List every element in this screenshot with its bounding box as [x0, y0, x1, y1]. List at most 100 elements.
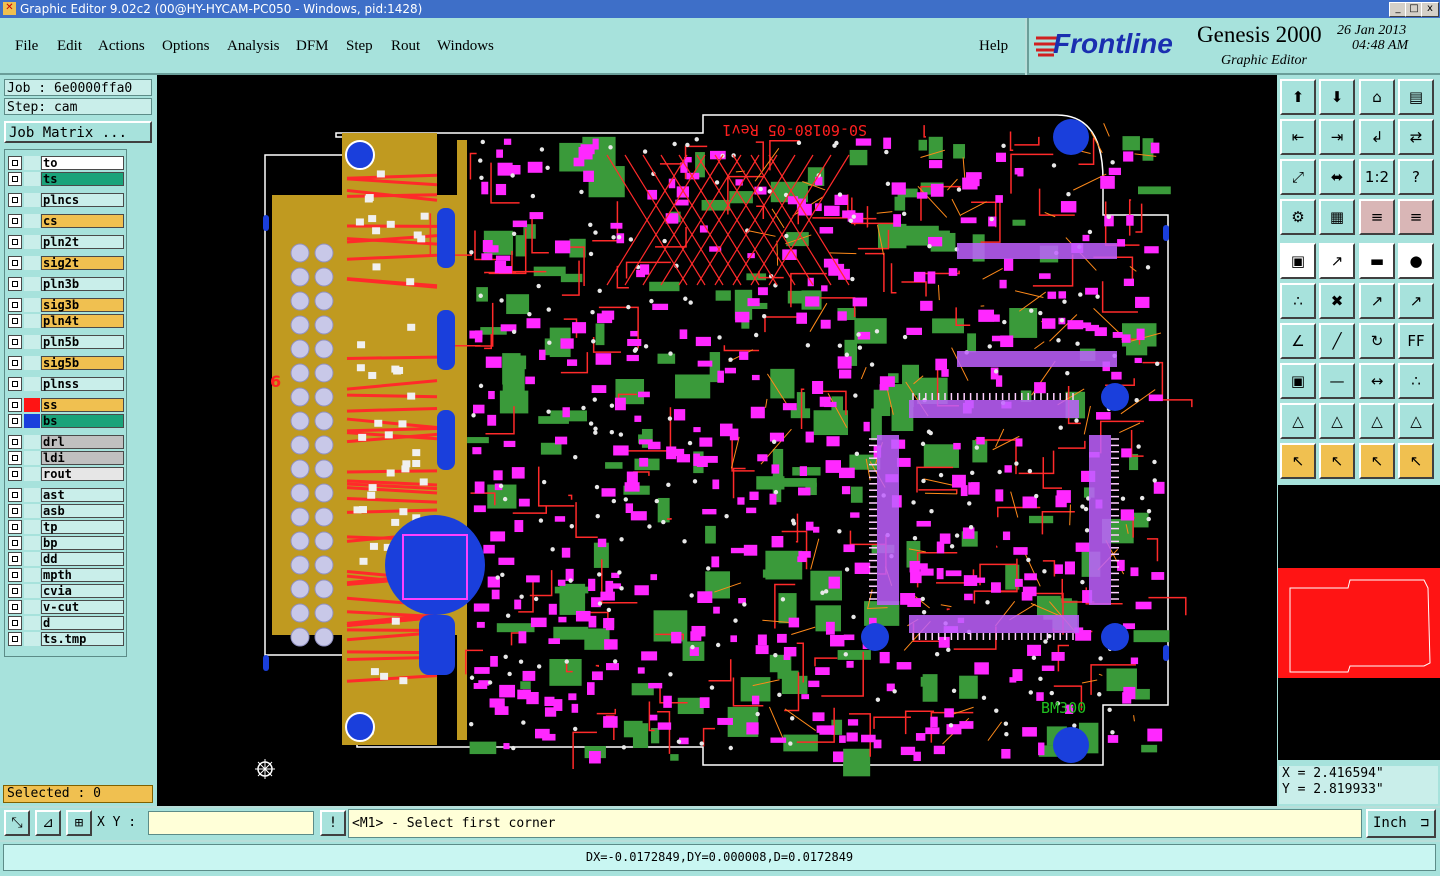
layer-row-ts.tmp[interactable]: ts.tmp [8, 632, 124, 646]
layer-checkbox[interactable] [8, 616, 22, 630]
layer-checkbox[interactable] [8, 256, 22, 270]
split-icon[interactable]: — [1319, 363, 1355, 399]
layer-row-ts[interactable]: ts [8, 172, 124, 186]
pan-right-icon[interactable]: ⇥ [1319, 119, 1355, 155]
layer-name[interactable]: ss [41, 398, 124, 412]
layer-color-indicator[interactable] [24, 214, 40, 228]
menu-file[interactable]: File [15, 38, 38, 55]
menu-analysis[interactable]: Analysis [227, 38, 280, 55]
grid-snap-icon[interactable]: ⊞ [66, 810, 92, 836]
layer-row-ss[interactable]: ss [8, 398, 124, 412]
dot-icon[interactable]: ● [1398, 243, 1434, 279]
zoom-fit-icon[interactable]: ⬇ [1319, 79, 1355, 115]
zoom-home-icon[interactable]: ⬆ [1280, 79, 1316, 115]
layer-name[interactable]: sig2t [41, 256, 124, 270]
layer-name[interactable]: plncs [41, 193, 124, 207]
measure-icon[interactable]: ↗ [1359, 283, 1395, 319]
arc-icon[interactable]: ↻ [1359, 323, 1395, 359]
camera-icon[interactable]: ▣ [1280, 243, 1316, 279]
layer-checkbox[interactable] [8, 277, 22, 291]
layer-color-indicator[interactable] [24, 568, 40, 582]
layer-name[interactable]: asb [41, 504, 124, 518]
layer-name[interactable]: d [41, 616, 124, 630]
layer-row-pln2t[interactable]: pln2t [8, 235, 124, 249]
layer-row-pln3b[interactable]: pln3b [8, 277, 124, 291]
layer-color-indicator[interactable] [24, 298, 40, 312]
page-icon[interactable]: ▤ [1398, 79, 1434, 115]
layer-color-indicator[interactable] [24, 616, 40, 630]
layer-checkbox[interactable] [8, 520, 22, 534]
layer-name[interactable]: pln2t [41, 235, 124, 249]
layer-name[interactable]: ts [41, 172, 124, 186]
cursor-box-icon[interactable]: ↗ [1319, 243, 1355, 279]
layer-color-indicator[interactable] [24, 156, 40, 170]
layer-name[interactable]: cs [41, 214, 124, 228]
ruler-icon[interactable]: ⊿ [35, 810, 61, 836]
layer-row-plnss[interactable]: plnss [8, 377, 124, 391]
job-matrix-button[interactable]: Job Matrix ... [4, 121, 152, 143]
menu-edit[interactable]: Edit [57, 38, 82, 55]
menu-help[interactable]: Help [979, 38, 1008, 55]
layer-row-ldi[interactable]: ldi [8, 451, 124, 465]
layer-checkbox[interactable] [8, 584, 22, 598]
layer-row-pln5b[interactable]: pln5b [8, 335, 124, 349]
layer-checkbox[interactable] [8, 504, 22, 518]
layer-checkbox[interactable] [8, 552, 22, 566]
layer-checkbox[interactable] [8, 356, 22, 370]
xy-input[interactable] [148, 811, 314, 835]
graphic-canvas[interactable]: S0-60180-05 Rev1 BM300 6 [157, 75, 1277, 806]
layer-row-cs[interactable]: cs [8, 214, 124, 228]
layer-name[interactable]: bs [41, 414, 124, 428]
layer-color-indicator[interactable] [24, 193, 40, 207]
layer-checkbox[interactable] [8, 335, 22, 349]
layer-color-indicator[interactable] [24, 356, 40, 370]
layer-checkbox[interactable] [8, 536, 22, 550]
layer-name[interactable]: to [41, 156, 124, 170]
layer-name[interactable]: tp [41, 520, 124, 534]
layer-name[interactable]: pln4t [41, 314, 124, 328]
layer-name[interactable]: pln5b [41, 335, 124, 349]
layer-checkbox[interactable] [8, 568, 22, 582]
layer-checkbox[interactable] [8, 451, 22, 465]
layer-name[interactable]: pln3b [41, 277, 124, 291]
layer-row-sig5b[interactable]: sig5b [8, 356, 124, 370]
layer-name[interactable]: cvia [41, 584, 124, 598]
fit-profile-icon[interactable]: ⤢ [1280, 159, 1316, 195]
zoom-box-icon[interactable]: ⤡ [4, 810, 30, 836]
layer-checkbox[interactable] [8, 377, 22, 391]
layer-color-indicator[interactable] [24, 414, 40, 428]
tri4-icon[interactable]: △ [1398, 403, 1434, 439]
connect-icon[interactable]: ∴ [1280, 283, 1316, 319]
layer-checkbox[interactable] [8, 414, 22, 428]
layer-name[interactable]: ast [41, 488, 124, 502]
layer-checkbox[interactable] [8, 214, 22, 228]
layer-color-indicator[interactable] [24, 335, 40, 349]
layer-name[interactable]: plnss [41, 377, 124, 391]
snap-icon[interactable]: ⇄ [1398, 119, 1434, 155]
home-icon[interactable]: ⌂ [1359, 79, 1395, 115]
menu-windows[interactable]: Windows [437, 38, 494, 55]
layer-color-indicator[interactable] [24, 504, 40, 518]
layer-color-indicator[interactable] [24, 435, 40, 449]
tri-icon[interactable]: △ [1280, 403, 1316, 439]
layer-color-indicator[interactable] [24, 552, 40, 566]
layer-name[interactable]: bp [41, 536, 124, 550]
layer-name[interactable]: v-cut [41, 600, 124, 614]
layer-color-indicator[interactable] [24, 536, 40, 550]
layer-row-cvia[interactable]: cvia [8, 584, 124, 598]
center-icon[interactable]: ⬌ [1319, 159, 1355, 195]
layer-row-d[interactable]: d [8, 616, 124, 630]
layer-name[interactable]: ldi [41, 451, 124, 465]
layer-checkbox[interactable] [8, 488, 22, 502]
pointer2-icon[interactable]: ↖ [1359, 443, 1395, 479]
layer-row-drl[interactable]: drl [8, 435, 124, 449]
layer-color-indicator[interactable] [24, 632, 40, 646]
layer-row-bs[interactable]: bs [8, 414, 124, 428]
layer-color-indicator[interactable] [24, 172, 40, 186]
layer-name[interactable]: drl [41, 435, 124, 449]
layer-color-indicator[interactable] [24, 398, 40, 412]
layer-checkbox[interactable] [8, 298, 22, 312]
layer-checkbox[interactable] [8, 632, 22, 646]
layer-row-tp[interactable]: tp [8, 520, 124, 534]
measure2-icon[interactable]: ↗ [1398, 283, 1434, 319]
